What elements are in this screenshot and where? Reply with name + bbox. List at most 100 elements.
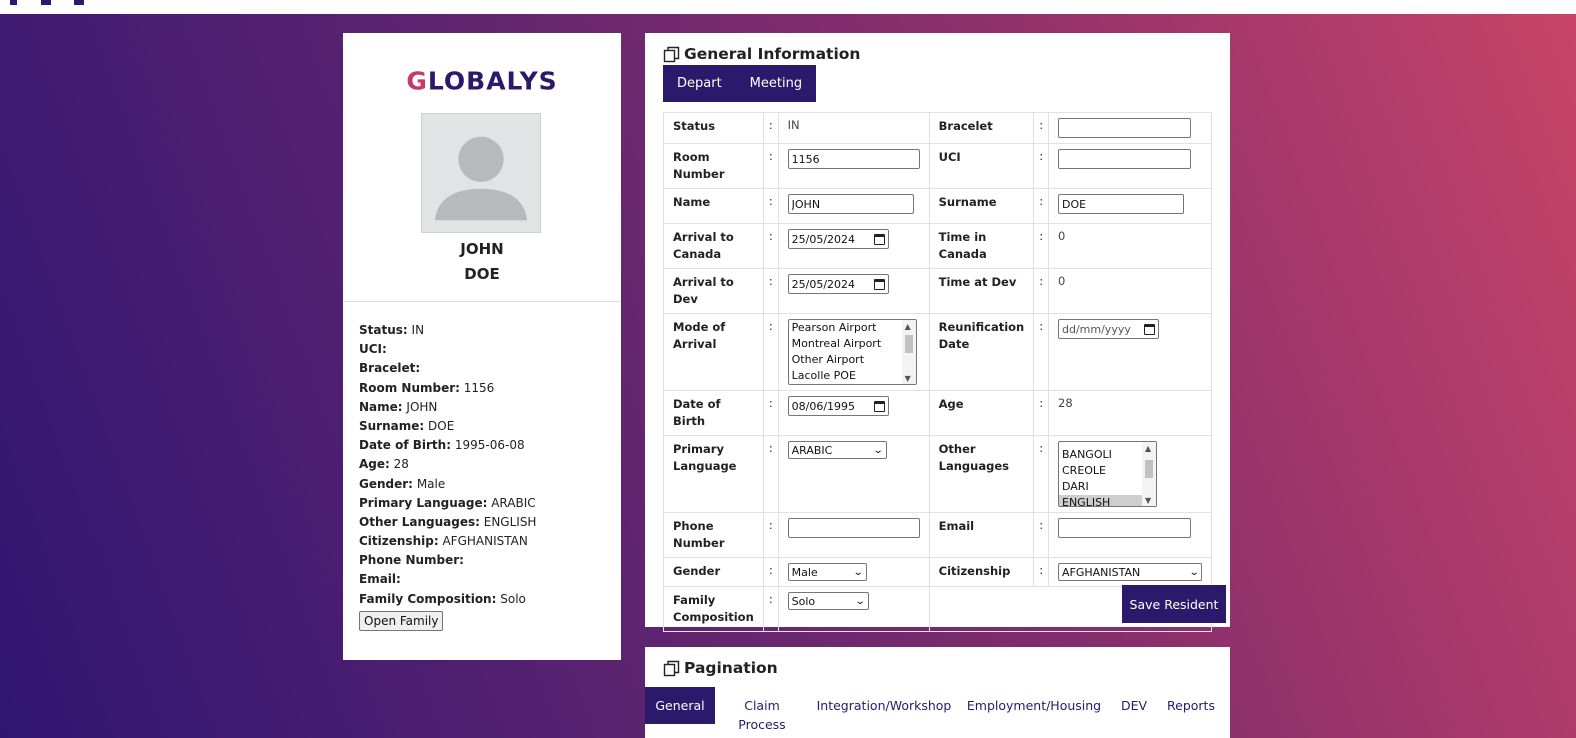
- chevron-down-icon: ⌄: [852, 566, 864, 578]
- colon: :: [1033, 313, 1049, 391]
- arrival-canada-date-input[interactable]: 25/05/2024: [787, 229, 889, 249]
- save-resident-button[interactable]: Save Resident: [1122, 585, 1226, 623]
- table-row: Phone Number : Email :: [663, 512, 1212, 558]
- mode-of-arrival-listbox[interactable]: Pearson Airport Montreal Airport Other Air…: [787, 319, 917, 385]
- toolbar-icon[interactable]: [74, 0, 84, 5]
- scroll-down-icon[interactable]: ▼: [1145, 496, 1151, 505]
- colon: :: [762, 557, 779, 587]
- colon: :: [1033, 390, 1049, 436]
- listbox-option[interactable]: ENGLISH: [1059, 495, 1142, 506]
- surname-input[interactable]: [1058, 194, 1184, 214]
- pagination-tab-dev[interactable]: DEV: [1115, 687, 1153, 715]
- toolbar-icon[interactable]: [10, 0, 17, 5]
- logo-rest: LOBALYS: [427, 66, 558, 96]
- uci-input[interactable]: [1058, 149, 1191, 169]
- tab-depart[interactable]: Depart: [663, 65, 736, 102]
- detail-label: Email:: [359, 572, 401, 587]
- calendar-icon[interactable]: [873, 278, 885, 290]
- field-label: Name: [663, 188, 764, 224]
- detail-value: 28: [393, 457, 409, 472]
- colon: :: [762, 223, 779, 269]
- top-toolbar: [0, 0, 1576, 14]
- field-label: Reunification Date: [928, 313, 1035, 391]
- detail-label: Primary Language:: [359, 495, 488, 510]
- listbox-option[interactable]: Pearson Airport: [789, 320, 902, 336]
- tab-label: Reports: [1167, 698, 1215, 713]
- pagination-tab-employment-housing[interactable]: Employment/Housing: [961, 687, 1107, 715]
- tab-label: Process: [738, 717, 786, 732]
- listbox-option[interactable]: DARI: [1059, 479, 1142, 495]
- primary-language-select[interactable]: ARABIC ⌄: [787, 441, 887, 459]
- colon: :: [762, 112, 779, 144]
- scroll-thumb[interactable]: [904, 335, 913, 353]
- tab-label: Claim: [744, 698, 780, 713]
- citizenship-select[interactable]: AFGHANISTAN ⌄: [1058, 563, 1202, 581]
- arrival-dev-date-input[interactable]: 25/05/2024: [787, 274, 889, 294]
- bracelet-input[interactable]: [1058, 118, 1191, 138]
- status-value: IN: [777, 112, 930, 144]
- tab-meeting[interactable]: Meeting: [736, 65, 816, 102]
- scroll-thumb[interactable]: [1145, 460, 1153, 478]
- pagination-tab-integration-workshop[interactable]: Integration/Workshop: [809, 687, 959, 715]
- email-input[interactable]: [1058, 518, 1191, 538]
- field-label: Age: [928, 390, 1035, 436]
- listbox-option[interactable]: BANGOLI: [1059, 447, 1142, 463]
- profile-detail-item: Other Languages: ENGLISH: [359, 513, 609, 532]
- field-label: Date of Birth: [663, 390, 764, 436]
- pagination-tab-general[interactable]: General: [645, 687, 715, 724]
- field-label: Arrival to Dev: [663, 268, 764, 314]
- listbox-option[interactable]: Montreal Airport: [789, 336, 902, 352]
- listbox-option[interactable]: Lacolle POE: [789, 368, 902, 384]
- room-number-input[interactable]: [787, 149, 920, 169]
- logo-g-letter: G: [406, 66, 428, 96]
- selected-value: AFGHANISTAN: [1062, 565, 1141, 579]
- detail-label: Age:: [359, 457, 390, 472]
- table-row: Gender : Male ⌄ Citizenship : AFGHANISTAN…: [663, 557, 1212, 587]
- field-label: Mode of Arrival: [663, 313, 764, 391]
- colon: :: [762, 188, 779, 224]
- detail-label: Family Composition:: [359, 591, 497, 606]
- detail-label: Bracelet:: [359, 361, 421, 376]
- selected-value: Solo: [791, 594, 816, 608]
- other-languages-listbox[interactable]: BANGLABANGOLICREOLEDARIENGLISH ▲▼: [1058, 441, 1157, 507]
- profile-detail-item: Open Family: [359, 609, 609, 631]
- reunification-date-input[interactable]: dd/mm/yyyy: [1058, 319, 1159, 339]
- detail-label: Room Number:: [359, 380, 460, 395]
- calendar-icon[interactable]: [873, 233, 885, 245]
- scroll-down-icon[interactable]: ▼: [905, 374, 911, 383]
- table-row: Arrival to Canada : 25/05/2024 Time in C…: [663, 223, 1212, 269]
- name-input[interactable]: [787, 194, 914, 214]
- detail-label: Status:: [359, 323, 408, 337]
- detail-label: UCI:: [359, 342, 387, 357]
- detail-label: Citizenship:: [359, 534, 439, 549]
- pagination-tabs: General Claim Process Integration/Workshop E…: [645, 687, 1230, 738]
- scroll-up-icon[interactable]: ▲: [1145, 444, 1151, 453]
- listbox-scrollbar[interactable]: ▲ ▼: [1142, 442, 1156, 506]
- date-of-birth-input[interactable]: 08/06/1995: [787, 396, 889, 416]
- calendar-icon[interactable]: [873, 400, 885, 412]
- listbox-option[interactable]: CREOLE: [1059, 463, 1142, 479]
- detail-label: Other Languages:: [359, 514, 480, 529]
- listbox-option[interactable]: Other Airport: [789, 352, 902, 368]
- pagination-tab-reports[interactable]: Reports: [1159, 687, 1223, 715]
- phone-number-input[interactable]: [787, 518, 920, 538]
- detail-value: 1156: [463, 380, 495, 395]
- listbox-scrollbar[interactable]: ▲ ▼: [901, 320, 916, 384]
- pagination-tab-claim[interactable]: Claim Process: [729, 687, 795, 734]
- table-row: Date of Birth : 08/06/1995 Age : 28: [663, 390, 1212, 436]
- toolbar-icon[interactable]: [41, 0, 51, 5]
- tab-label: General: [655, 698, 705, 713]
- open-family-button[interactable]: Open Family: [359, 610, 444, 631]
- detail-value: Solo: [500, 591, 526, 606]
- family-composition-select[interactable]: Solo ⌄: [787, 592, 869, 610]
- detail-label: Name:: [359, 399, 403, 414]
- resident-profile-card: GLOBALYS JOHN DOE Status: IN UCI: Bracele…: [343, 33, 621, 660]
- scroll-up-icon[interactable]: ▲: [905, 322, 911, 331]
- profile-detail-item: Date of Birth: 1995-06-08: [359, 436, 609, 455]
- detail-value: ENGLISH: [483, 514, 537, 529]
- field-label: Bracelet: [928, 112, 1035, 144]
- colon: :: [762, 268, 779, 314]
- gender-select[interactable]: Male ⌄: [787, 563, 867, 581]
- calendar-icon[interactable]: [1144, 323, 1155, 335]
- avatar-placeholder-icon: [434, 136, 528, 221]
